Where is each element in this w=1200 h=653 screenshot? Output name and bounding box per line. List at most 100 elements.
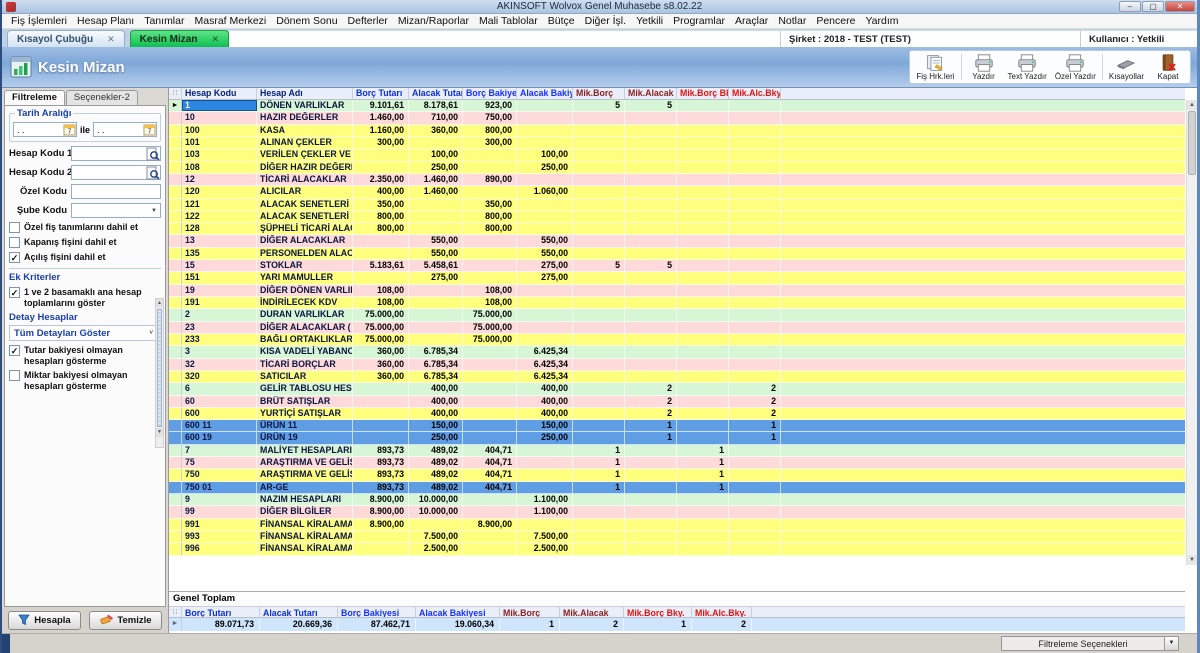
table-cell[interactable]: 1 (677, 445, 729, 456)
table-cell[interactable] (625, 494, 677, 505)
table-cell[interactable]: 75.000,00 (463, 322, 517, 333)
table-cell[interactable]: 10 (182, 112, 257, 123)
table-cell[interactable] (729, 125, 781, 136)
table-cell[interactable]: 8.178,61 (409, 100, 463, 111)
table-row[interactable]: 996FİNANSAL KİRALAMA ALAC2.500,002.500,0… (169, 543, 1185, 555)
table-cell[interactable] (677, 211, 729, 222)
table-cell[interactable] (677, 260, 729, 271)
table-cell[interactable] (677, 309, 729, 320)
table-cell[interactable] (517, 211, 573, 222)
table-cell[interactable] (625, 272, 677, 283)
table-cell[interactable]: 2 (729, 408, 781, 419)
table-cell[interactable]: 489,02 (409, 469, 463, 480)
table-cell[interactable] (729, 100, 781, 111)
table-cell[interactable] (573, 322, 625, 333)
table-cell[interactable]: 750,00 (463, 112, 517, 123)
hesapla-button[interactable]: Hesapla (8, 611, 81, 630)
table-cell[interactable]: SATICILAR (257, 371, 353, 382)
table-row[interactable]: 103VERİLEN ÇEKLER VE ÖDEME100,00100,00 (169, 149, 1185, 161)
scroll-down-icon[interactable]: ▼ (1187, 555, 1197, 565)
table-row[interactable]: 108DİĞER HAZIR DEĞERLER250,00250,00 (169, 162, 1185, 174)
table-cell[interactable]: TİCARİ BORÇLAR (257, 359, 353, 370)
table-row[interactable]: 9NAZIM HESAPLARI8.900,0010.000,001.100,0… (169, 494, 1185, 506)
table-cell[interactable] (463, 186, 517, 197)
table-cell[interactable] (729, 334, 781, 345)
table-cell[interactable] (517, 469, 573, 480)
table-cell[interactable]: 6.785,34 (409, 346, 463, 357)
table-cell[interactable] (677, 100, 729, 111)
chevron-down-icon[interactable]: ▼ (148, 208, 160, 214)
table-cell[interactable] (677, 297, 729, 308)
table-cell[interactable] (625, 469, 677, 480)
menu-item[interactable]: Mali Tablolar (474, 15, 543, 27)
table-cell[interactable]: VERİLEN ÇEKLER VE ÖDEME (257, 149, 353, 160)
ozel-kodu-input[interactable] (72, 187, 160, 197)
table-cell[interactable]: 1 (729, 420, 781, 431)
totals-column-header-3[interactable]: Borç Bakiyesi (338, 607, 416, 617)
column-header-7[interactable]: Mik.Borç (573, 88, 625, 99)
table-cell[interactable]: 5 (625, 260, 677, 271)
table-cell[interactable]: 400,00 (409, 408, 463, 419)
table-cell[interactable]: 7.500,00 (409, 531, 463, 542)
checkbox-box[interactable]: ✓ (9, 252, 20, 263)
table-cell[interactable]: 15 (182, 260, 257, 271)
table-cell[interactable] (677, 531, 729, 542)
panel-scrollbar-thumb[interactable] (157, 309, 162, 427)
table-cell[interactable] (677, 506, 729, 517)
table-cell[interactable] (409, 322, 463, 333)
table-cell[interactable] (517, 334, 573, 345)
table-cell[interactable] (677, 149, 729, 160)
table-cell[interactable]: 32 (182, 359, 257, 370)
table-row[interactable]: 993FİNANSAL KİRALAMA BORÇ7.500,007.500,0… (169, 531, 1185, 543)
table-cell[interactable]: 1.100,00 (517, 506, 573, 517)
table-cell[interactable] (729, 223, 781, 234)
checkbox-box[interactable] (9, 237, 20, 248)
table-cell[interactable] (353, 162, 409, 173)
table-cell[interactable]: 19 (182, 285, 257, 296)
checkbox-row[interactable]: Kapanış fişini dahil et (9, 237, 161, 248)
table-cell[interactable]: FİNANSAL KİRALAMA ALAC (257, 543, 353, 554)
table-cell[interactable]: 5.458,61 (409, 260, 463, 271)
table-cell[interactable]: DURAN VARLIKLAR (257, 309, 353, 320)
table-cell[interactable] (353, 420, 409, 431)
text-yazdir-button[interactable]: Text Yazdır (1004, 52, 1051, 82)
table-cell[interactable] (729, 112, 781, 123)
totals-column-header-2[interactable]: Alacak Tutarı (260, 607, 338, 617)
table-cell[interactable]: ALICILAR (257, 186, 353, 197)
search-icon[interactable] (146, 166, 160, 180)
checkbox-row[interactable]: Özel fiş tanımlarını dahil et (9, 222, 161, 233)
checkbox-row[interactable]: ✓Açılış fişini dahil et (9, 252, 161, 263)
table-cell[interactable]: 2 (625, 408, 677, 419)
table-cell[interactable]: 23 (182, 322, 257, 333)
table-cell[interactable] (625, 174, 677, 185)
table-cell[interactable]: 893,73 (353, 445, 409, 456)
table-cell[interactable]: 360,00 (353, 346, 409, 357)
table-row[interactable]: 15STOKLAR5.183,615.458,61275,0055 (169, 260, 1185, 272)
table-cell[interactable]: FİNANSAL KİRALAMA BORÇ (257, 531, 353, 542)
panel-tab-secenekler[interactable]: Seçenekler-2 (66, 90, 138, 105)
table-cell[interactable] (677, 432, 729, 443)
table-cell[interactable]: 150,00 (409, 420, 463, 431)
table-cell[interactable] (573, 420, 625, 431)
table-cell[interactable] (517, 199, 573, 210)
table-cell[interactable]: 2.350,00 (353, 174, 409, 185)
checkbox-box[interactable]: ✓ (9, 287, 20, 298)
table-cell[interactable]: ARAŞTIRMA VE GELİŞTİRM (257, 457, 353, 468)
table-cell[interactable] (463, 346, 517, 357)
table-cell[interactable]: 890,00 (463, 174, 517, 185)
table-cell[interactable]: 996 (182, 543, 257, 554)
column-header-5[interactable]: Borç Bakiyesi (463, 88, 517, 99)
temizle-button[interactable]: Temizle (89, 611, 162, 630)
table-cell[interactable] (573, 396, 625, 407)
table-cell[interactable]: 550,00 (517, 235, 573, 246)
table-cell[interactable]: 5.183,61 (353, 260, 409, 271)
table-cell[interactable] (625, 297, 677, 308)
table-cell[interactable] (573, 285, 625, 296)
table-cell[interactable] (677, 494, 729, 505)
table-cell[interactable]: 8.900,00 (353, 506, 409, 517)
table-cell[interactable] (573, 211, 625, 222)
table-cell[interactable] (729, 506, 781, 517)
table-cell[interactable] (517, 223, 573, 234)
table-row[interactable]: 99DİĞER BİLGİLER8.900,0010.000,001.100,0… (169, 506, 1185, 518)
table-cell[interactable] (625, 112, 677, 123)
